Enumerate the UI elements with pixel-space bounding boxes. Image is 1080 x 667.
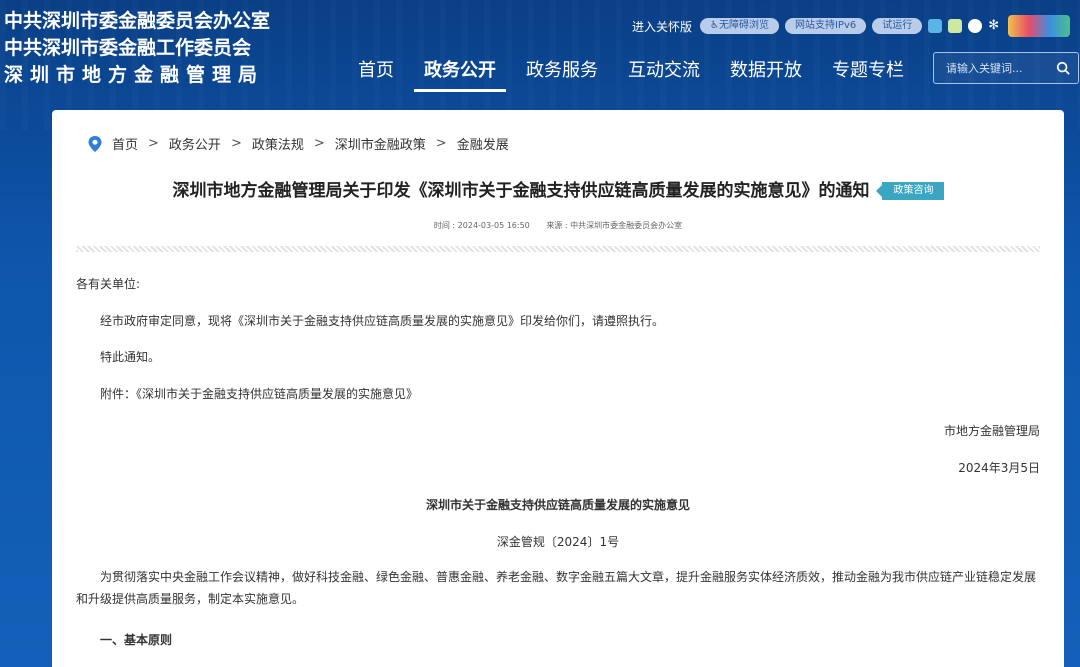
main-nav: 首页 政务公开 政务服务 互动交流 数据开放 专题专栏 — [358, 56, 934, 92]
nav-interaction[interactable]: 互动交流 — [628, 56, 700, 92]
section-heading-1: 一、基本原则 — [100, 633, 173, 647]
nav-gov-affairs[interactable]: 政务公开 — [414, 56, 506, 92]
accessibility-button[interactable]: ♿无障碍浏览 — [700, 18, 779, 34]
article-source: 来源 : 中共深圳市委金融委员会办公室 — [546, 221, 683, 230]
org-title[interactable]: 中共深圳市委金融委员会办公室 中共深圳市委金融工作委员会 深圳市地方金融管理局 — [4, 8, 270, 89]
location-pin-icon — [88, 135, 102, 152]
doc-icon[interactable] — [948, 19, 963, 33]
top-links: 进入关怀版 ♿无障碍浏览 网站支持IPv6 试运行 ✻ — [632, 15, 1071, 37]
breadcrumb-home[interactable]: 首页 — [112, 134, 138, 153]
breadcrumb: 首页 > 政务公开 > 政策法规 > 深圳市金融政策 > 金融发展 — [88, 134, 509, 153]
nav-special-columns[interactable]: 专题专栏 — [832, 56, 904, 92]
breadcrumb-separator: > — [230, 136, 242, 151]
policy-consult-tag[interactable]: 政策咨询 — [875, 182, 944, 200]
search-box — [933, 52, 1079, 84]
org-line-1: 中共深圳市委金融委员会办公室 — [4, 10, 271, 32]
intro-paragraph: 为贯彻落实中央金融工作会议精神，做好科技金融、绿色金融、普惠金融、养老金融、数字… — [76, 570, 1037, 606]
ipv6-badge: 网站支持IPv6 — [784, 18, 867, 34]
search-input[interactable] — [934, 53, 1052, 83]
section-subtitle: 深圳市关于金融支持供应链高质量发展的实施意见 — [425, 498, 690, 512]
care-version-link[interactable]: 进入关怀版 — [632, 18, 692, 35]
title-divider — [76, 246, 1040, 252]
salutation: 各有关单位: — [76, 277, 141, 291]
nav-gov-services[interactable]: 政务服务 — [526, 56, 598, 92]
trial-badge: 试运行 — [872, 18, 923, 34]
breadcrumb-gov-affairs[interactable]: 政务公开 — [169, 134, 221, 153]
weibo-icon[interactable] — [968, 19, 983, 33]
breadcrumb-separator: > — [435, 136, 447, 151]
breadcrumb-finance-development[interactable]: 金融发展 — [457, 134, 509, 153]
signer: 市地方金融管理局 — [943, 424, 1040, 438]
article-time: 时间 : 2024-03-05 16:50 — [433, 221, 530, 230]
sign-date: 2024年3月5日 — [958, 461, 1040, 475]
breadcrumb-finance-policies[interactable]: 深圳市金融政策 — [335, 134, 426, 153]
content-panel: 首页 > 政务公开 > 政策法规 > 深圳市金融政策 > 金融发展 深圳市地方金… — [52, 110, 1064, 667]
accessibility-label: 无障碍浏览 — [718, 20, 769, 31]
search-icon[interactable] — [1056, 61, 1070, 75]
nav-open-data[interactable]: 数据开放 — [730, 56, 802, 92]
document-number: 深金管规〔2024〕1号 — [496, 535, 620, 549]
article-title-row: 深圳市地方金融管理局关于印发《深圳市关于金融支持供应链高质量发展的实施意见》的通… — [52, 176, 1064, 201]
share-icon[interactable]: ✻ — [988, 19, 1002, 33]
breadcrumb-separator: > — [313, 136, 325, 151]
accessibility-icon: ♿ — [710, 20, 719, 31]
nav-home[interactable]: 首页 — [358, 56, 394, 92]
article-title: 深圳市地方金融管理局关于印发《深圳市关于金融支持供应链高质量发展的实施意见》的通… — [172, 181, 870, 201]
paragraph-1: 经市政府审定同意，现将《深圳市关于金融支持供应链高质量发展的实施意见》印发给你们… — [100, 314, 665, 328]
read-icon[interactable] — [928, 19, 943, 33]
breadcrumb-separator: > — [148, 136, 159, 151]
city-logo — [1008, 15, 1071, 37]
article-meta: 时间 : 2024-03-05 16:50 来源 : 中共深圳市委金融委员会办公… — [52, 220, 1064, 231]
attachment-link[interactable]: 附件：《深圳市关于金融支持供应链高质量发展的实施意见》 — [100, 385, 418, 402]
breadcrumb-policies[interactable]: 政策法规 — [252, 134, 304, 153]
org-line-2: 中共深圳市委金融工作委员会 — [4, 37, 252, 59]
org-line-3: 深圳市地方金融管理局 — [4, 64, 265, 86]
paragraph-2: 特此通知。 — [100, 350, 161, 364]
